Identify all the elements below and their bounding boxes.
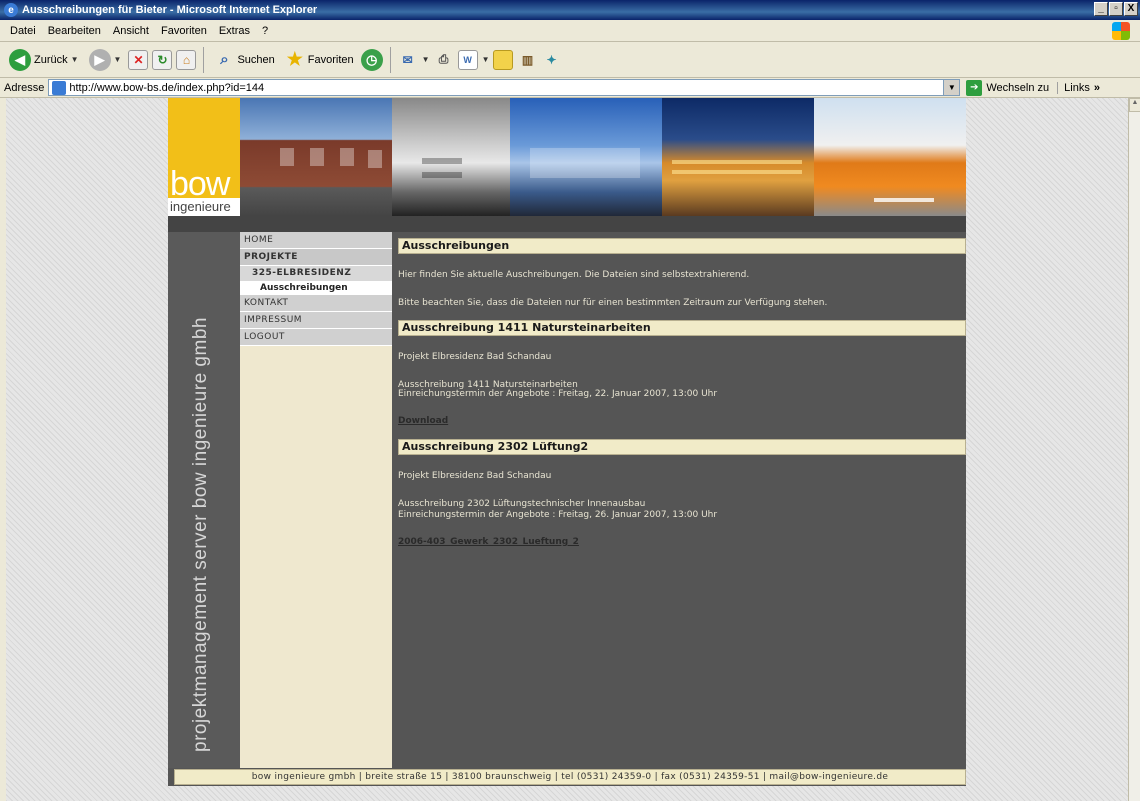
- back-dropdown-icon[interactable]: ▼: [71, 55, 79, 64]
- close-button[interactable]: X: [1124, 2, 1138, 16]
- nav-impressum[interactable]: IMPRESSUM: [240, 312, 392, 329]
- menu-favoriten[interactable]: Favoriten: [155, 25, 213, 37]
- logo-main-text: bow: [170, 165, 230, 203]
- banner-photo-glass-hall: [510, 98, 662, 216]
- banner-photo-orange-building: [814, 98, 966, 216]
- intro-text-1: Hier finden Sie aktuelle Auschreibungen.…: [398, 270, 750, 280]
- go-button[interactable]: ➔ Wechseln zu: [966, 79, 1050, 96]
- links-toolbar[interactable]: Links: [1057, 81, 1090, 94]
- site-footer: bow ingenieure gmbh | breite straße 15 |…: [168, 768, 966, 786]
- banner-photo-brick-building: [240, 98, 392, 216]
- website: bow ingenieure projektmanagement server …: [168, 98, 966, 786]
- banner-strip: [168, 216, 966, 232]
- messenger-icon[interactable]: ✦: [541, 50, 561, 70]
- address-dropdown-icon[interactable]: ▼: [943, 80, 960, 95]
- vertical-scrollbar[interactable]: ▲: [1128, 98, 1140, 801]
- minimize-button[interactable]: _: [1094, 2, 1108, 16]
- windows-logo-icon: [1112, 22, 1130, 40]
- menu-datei[interactable]: Datei: [4, 25, 42, 37]
- back-label: Zurück: [34, 53, 68, 66]
- back-button[interactable]: ◀ Zurück ▼: [6, 47, 82, 73]
- ie-logo-icon: e: [4, 3, 18, 17]
- search-label: Suchen: [237, 53, 275, 66]
- search-icon: ⌕: [220, 51, 229, 68]
- go-arrow-icon: ➔: [966, 79, 983, 96]
- home-icon[interactable]: ⌂: [176, 49, 197, 70]
- site-banner: bow ingenieure: [168, 98, 966, 216]
- scroll-up-icon[interactable]: ▲: [1129, 98, 1140, 112]
- window-titlebar: e Ausschreibungen für Bieter - Microsoft…: [0, 0, 1140, 20]
- window-title: Ausschreibungen für Bieter - Microsoft I…: [22, 4, 318, 16]
- edit-icon[interactable]: W: [457, 49, 478, 70]
- tender-heading: Ausschreibung 2302 Lüftung2: [398, 439, 966, 455]
- history-icon[interactable]: ◷: [360, 48, 383, 71]
- browser-viewport: bow ingenieure projektmanagement server …: [6, 98, 1128, 801]
- favorites-label: Favoriten: [307, 53, 354, 66]
- side-tagline-panel: projektmanagement server bow ingenieure …: [168, 232, 240, 768]
- main-content: Ausschreibungen Hier finden Sie aktuelle…: [392, 232, 966, 768]
- toolbar-separator: [203, 46, 205, 73]
- nav-home[interactable]: HOME: [240, 232, 392, 249]
- discuss-icon[interactable]: [493, 49, 514, 70]
- banner-photo-night-building: [662, 98, 814, 216]
- address-label: Adresse: [4, 81, 45, 94]
- page-icon: [52, 80, 67, 95]
- menu-bar: Datei Bearbeiten Ansicht Favoriten Extra…: [0, 20, 1140, 42]
- logo-sub-text: ingenieure: [168, 198, 240, 216]
- stop-icon[interactable]: ✕: [128, 49, 149, 70]
- toolbar: ◀ Zurück ▼ ▶ ▼ ✕ ↻ ⌂ ⌕ Suchen ★ Favorite…: [0, 42, 1140, 78]
- tender-deadline: Einreichungstermin der Angebote : Freita…: [398, 389, 718, 399]
- forward-dropdown-icon[interactable]: ▼: [114, 55, 122, 64]
- menu-help[interactable]: ?: [256, 25, 274, 37]
- nav-projekte[interactable]: PROJEKTE: [240, 249, 392, 266]
- bow-logo[interactable]: bow ingenieure: [168, 98, 240, 216]
- menu-extras[interactable]: Extras: [213, 25, 256, 37]
- menu-ansicht[interactable]: Ansicht: [107, 25, 155, 37]
- tender-heading: Ausschreibung 1411 Natursteinarbeiten: [398, 320, 966, 336]
- address-bar: Adresse http://www.bow-bs.de/index.php?i…: [0, 78, 1140, 98]
- forward-button[interactable]: ▶ ▼: [86, 47, 125, 73]
- links-chevron-icon[interactable]: »: [1094, 82, 1100, 94]
- tender-deadline: Einreichungstermin der Angebote : Freita…: [398, 510, 718, 520]
- favorites-star-icon: ★: [286, 49, 303, 69]
- tender-project: Projekt Elbresidenz Bad Schandau: [398, 471, 552, 481]
- nav-ausschreibungen[interactable]: Ausschreibungen: [240, 281, 392, 295]
- mail-icon[interactable]: ✉: [398, 50, 418, 70]
- address-url: http://www.bow-bs.de/index.php?id=144: [69, 81, 265, 94]
- print-icon[interactable]: ⎙: [434, 50, 454, 70]
- banner-photo-modern-building: [392, 98, 510, 216]
- forward-arrow-icon: ▶: [88, 48, 111, 71]
- toolbar-separator: [389, 46, 391, 73]
- mail-dropdown-icon[interactable]: ▼: [422, 55, 430, 64]
- footer-contact: bow ingenieure gmbh | breite straße 15 |…: [174, 769, 966, 785]
- address-input[interactable]: http://www.bow-bs.de/index.php?id=144 ▼: [48, 79, 961, 96]
- tender-project: Projekt Elbresidenz Bad Schandau: [398, 352, 552, 362]
- page-title: Ausschreibungen: [398, 238, 966, 254]
- maximize-button[interactable]: ▫: [1109, 2, 1123, 16]
- go-label: Wechseln zu: [986, 81, 1050, 94]
- search-button[interactable]: ⌕ Suchen: [211, 48, 277, 72]
- refresh-icon[interactable]: ↻: [152, 49, 173, 70]
- nav-project-elbresidenz[interactable]: 325-ELBRESIDENZ: [240, 266, 392, 281]
- nav-logout[interactable]: LOGOUT: [240, 329, 392, 346]
- back-arrow-icon: ◀: [9, 48, 31, 71]
- menu-bearbeiten[interactable]: Bearbeiten: [42, 25, 107, 37]
- site-navigation: HOME PROJEKTE 325-ELBRESIDENZ Ausschreib…: [240, 232, 392, 768]
- tender-download-link[interactable]: Download: [398, 416, 448, 426]
- side-tagline: projektmanagement server bow ingenieure …: [190, 317, 211, 752]
- nav-kontakt[interactable]: KONTAKT: [240, 295, 392, 312]
- favorites-button[interactable]: ★ Favoriten: [282, 48, 357, 72]
- edit-dropdown-icon[interactable]: ▼: [482, 55, 490, 64]
- tender-title: Ausschreibung 2302 Lüftungstechnischer I…: [398, 499, 646, 509]
- tender-download-link[interactable]: 2006-403_Gewerk_2302_Lueftung_2: [398, 537, 579, 547]
- intro-text-2: Bitte beachten Sie, dass die Dateien nur…: [398, 298, 828, 308]
- research-icon[interactable]: ▥: [517, 50, 537, 70]
- window-controls: _ ▫ X: [1094, 2, 1138, 16]
